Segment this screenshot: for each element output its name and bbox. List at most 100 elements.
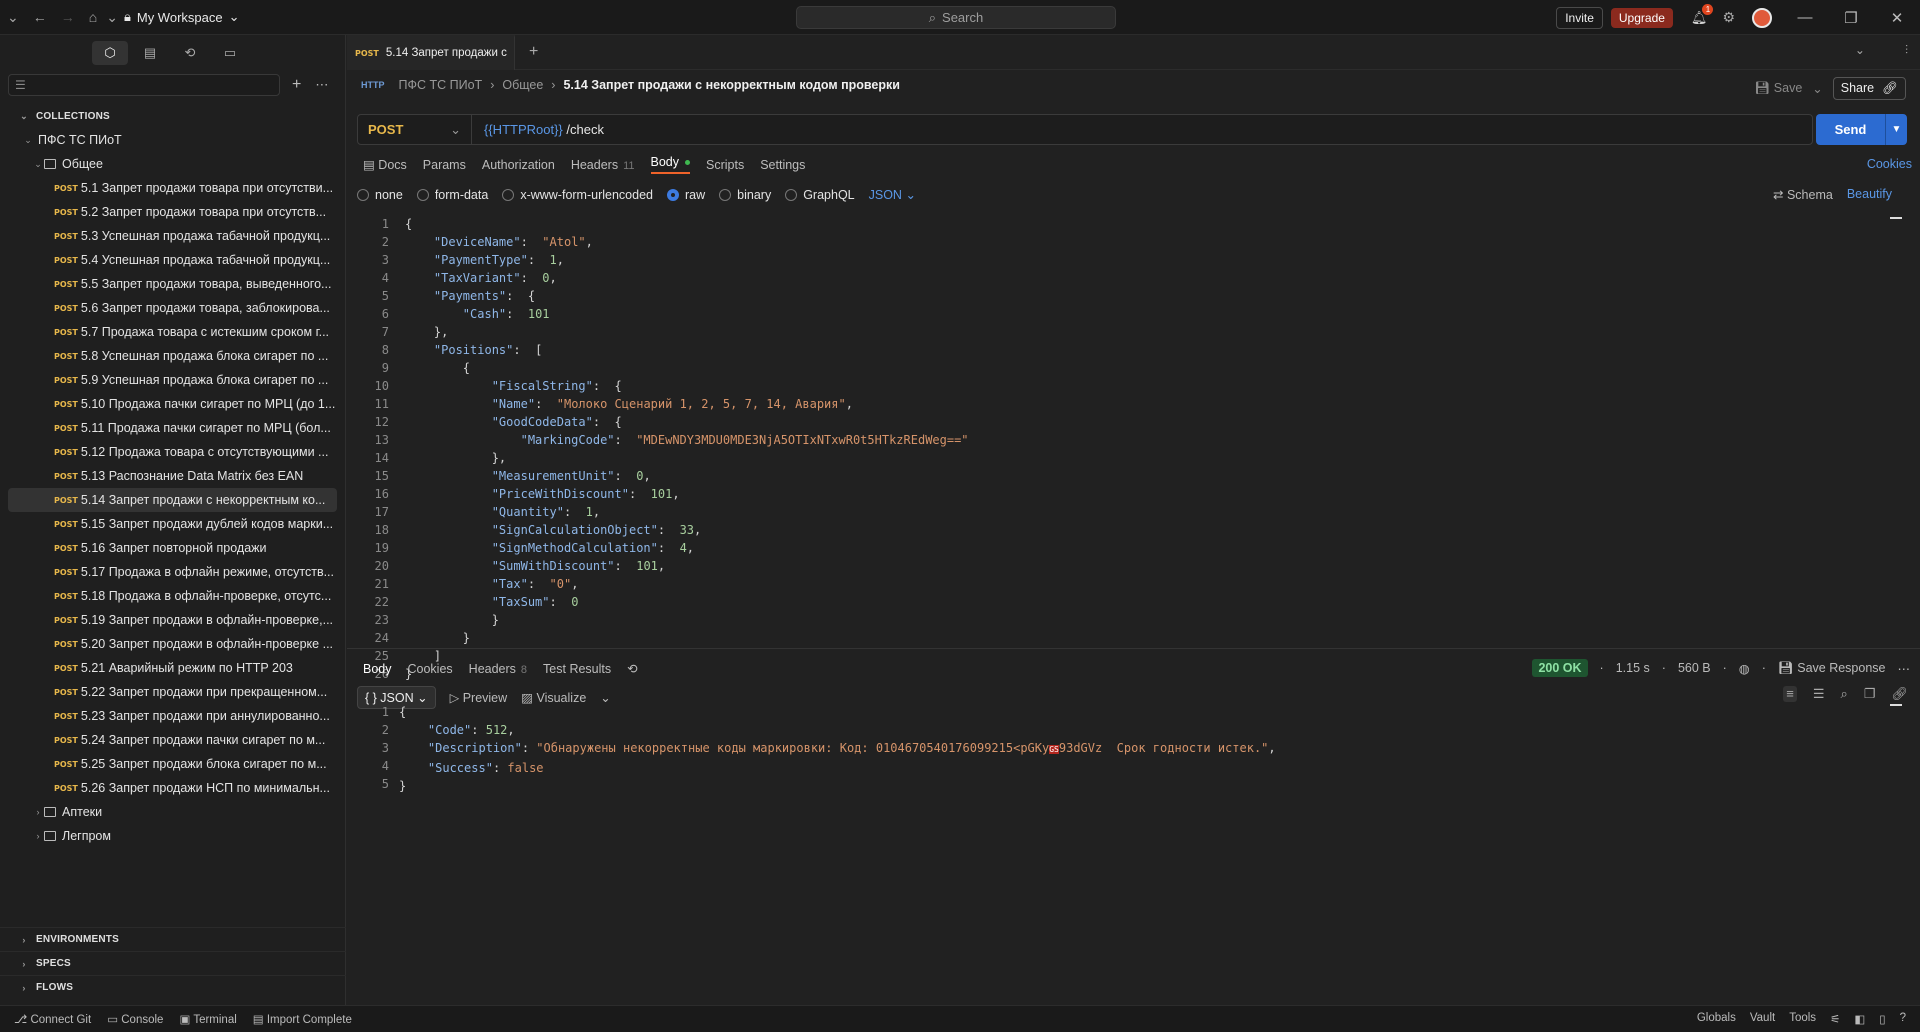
- body-type-graphql[interactable]: GraphQL: [785, 188, 855, 202]
- workspace-switcher[interactable]: 🔒︎ My Workspace ⌄: [124, 9, 240, 25]
- new-tab-button[interactable]: +: [529, 43, 538, 61]
- tab-body[interactable]: Body: [650, 155, 690, 174]
- notifications-bell-icon[interactable]: 🔔︎ 1: [1691, 3, 1714, 26]
- filter-input[interactable]: ☰: [8, 74, 280, 96]
- back-arrow-icon[interactable]: ←: [26, 9, 54, 25]
- environments-section[interactable]: › ENVIRONMENTS: [0, 927, 346, 951]
- share-button[interactable]: Share 🔗︎: [1832, 77, 1906, 100]
- sidebar-toggle-icon[interactable]: ⫶: [1905, 43, 1908, 58]
- sidebar-request-item[interactable]: POST 5.8 Успешная продажа блока сигарет п…: [0, 344, 345, 368]
- sidebar-request-item[interactable]: POST 5.11 Продажа пачки сигарет по МРЦ (б…: [0, 416, 345, 440]
- environments-tab-icon[interactable]: ▤: [132, 41, 168, 65]
- cookies-link[interactable]: Cookies: [1867, 157, 1912, 171]
- body-type-binary[interactable]: binary: [719, 188, 771, 202]
- close-icon[interactable]: ✕: [1874, 9, 1920, 27]
- sidebar-request-item[interactable]: POST 5.1 Запрет продажи товара при отсутс…: [0, 176, 345, 200]
- forward-arrow-icon[interactable]: →: [54, 9, 82, 25]
- tab-headers[interactable]: Headers 11: [571, 158, 635, 172]
- response-time[interactable]: 1.15 s: [1616, 661, 1650, 675]
- sidebar-request-item[interactable]: POST 5.17 Продажа в офлайн режиме, отсутс…: [0, 560, 345, 584]
- sidebar-request-item[interactable]: POST 5.10 Продажа пачки сигарет по МРЦ (д…: [0, 392, 345, 416]
- layout-icon[interactable]: ◧: [1854, 1012, 1865, 1026]
- more-options-icon[interactable]: ⋯: [1898, 661, 1911, 676]
- send-dropdown-icon[interactable]: ▼: [1885, 114, 1907, 145]
- sidebar-request-item[interactable]: POST 5.26 Запрет продажи НСП по минимальн…: [0, 776, 345, 800]
- help-icon[interactable]: ?: [1900, 1012, 1906, 1026]
- request-tab[interactable]: POST 5.14 Запрет продажи с: [347, 34, 515, 70]
- pane-divider[interactable]: [347, 648, 1920, 649]
- tools-button[interactable]: Tools: [1789, 1012, 1816, 1026]
- tabs-dropdown-icon[interactable]: ⌄: [1855, 43, 1865, 58]
- invite-button[interactable]: Invite: [1556, 6, 1603, 29]
- response-tab-body[interactable]: Body: [363, 662, 392, 676]
- sidebar-request-item[interactable]: POST 5.24 Запрет продажи пачки сигарет по…: [0, 728, 345, 752]
- response-tab-tests[interactable]: Test Results: [543, 662, 611, 676]
- wrap-lines-icon[interactable]: ≡: [1783, 686, 1797, 702]
- send-button[interactable]: Send: [1816, 114, 1885, 145]
- avatar[interactable]: [1752, 7, 1772, 28]
- body-type-form-data[interactable]: form-data: [416, 188, 488, 202]
- sidebar-request-item[interactable]: POST 5.23 Запрет продажи при аннулированн…: [0, 704, 345, 728]
- settings-sliders-icon[interactable]: ⚟: [1830, 1012, 1840, 1026]
- files-tab-icon[interactable]: ▭: [212, 41, 248, 65]
- sidebar-request-item[interactable]: POST 5.25 Запрет продажи блока сигарет по…: [0, 752, 345, 776]
- body-type-none[interactable]: none: [357, 188, 403, 202]
- sidebar-request-item[interactable]: POST 5.12 Продажа товара с отсутствующими…: [0, 440, 345, 464]
- terminal-button[interactable]: ▣ Terminal: [179, 1012, 236, 1026]
- sidebar-request-item[interactable]: POST 5.6 Запрет продажи товара, заблокиро…: [0, 296, 345, 320]
- upgrade-button[interactable]: Upgrade: [1610, 7, 1673, 28]
- collection-row[interactable]: ⌄ ПФС ТС ПИоТ: [0, 128, 345, 152]
- response-size[interactable]: 560 B: [1678, 661, 1711, 675]
- schema-button[interactable]: ⇄ Schema: [1773, 187, 1833, 202]
- import-status[interactable]: ▤ Import Complete: [253, 1012, 352, 1026]
- response-tab-cookies[interactable]: Cookies: [408, 662, 453, 676]
- method-select[interactable]: POST ⌄: [358, 115, 472, 144]
- add-collection-button[interactable]: +: [292, 76, 301, 94]
- home-icon[interactable]: ⌂: [82, 9, 104, 25]
- request-body-editor[interactable]: 1 2 3 4 5 6 7 8 9 10 11 12 13 14 15 16 17 18 19 20 21 22 23 24 2…: [347, 215, 1920, 681]
- folder-row-legprom[interactable]: › Легпром: [0, 824, 345, 848]
- sidebar-request-item[interactable]: POST 5.7 Продажа товара с истекшим сроком…: [0, 320, 345, 344]
- tab-params[interactable]: Params: [423, 158, 466, 172]
- link-icon[interactable]: 🔗︎: [1882, 81, 1898, 96]
- home-chevron-icon[interactable]: ⌄: [104, 9, 120, 26]
- save-response-button[interactable]: 💾︎ Save Response: [1778, 661, 1886, 676]
- connect-git-button[interactable]: ⎇ Connect Git: [14, 1012, 91, 1026]
- folder-row-general[interactable]: ⌄ Общее: [0, 152, 345, 176]
- sidebar-request-item[interactable]: POST 5.20 Запрет продажи в офлайн-проверк…: [0, 632, 345, 656]
- collections-tab-icon[interactable]: ⬡: [92, 40, 128, 65]
- globe-icon[interactable]: ◍: [1739, 661, 1750, 676]
- console-button[interactable]: ▭ Console: [107, 1012, 163, 1026]
- sidebar-request-item[interactable]: POST 5.19 Запрет продажи в офлайн-проверк…: [0, 608, 345, 632]
- globals-button[interactable]: Globals: [1697, 1012, 1736, 1026]
- split-icon[interactable]: ▯: [1879, 1012, 1885, 1026]
- search-icon[interactable]: ⌕: [1841, 686, 1848, 702]
- response-tab-headers[interactable]: Headers 8: [469, 662, 527, 676]
- sidebar-request-item[interactable]: POST 5.13 Распознание Data Matrix без EAN: [0, 464, 345, 488]
- settings-gear-icon[interactable]: ⚙: [1715, 9, 1742, 26]
- filter-icon[interactable]: ☰: [1813, 686, 1825, 702]
- sidebar-request-item[interactable]: POST 5.16 Запрет повторной продажи: [0, 536, 345, 560]
- tab-settings[interactable]: Settings: [760, 158, 805, 172]
- save-dropdown-icon[interactable]: ⌄: [1812, 81, 1822, 96]
- collections-header[interactable]: ⌄ COLLECTIONS: [0, 104, 345, 128]
- body-type-raw[interactable]: raw: [667, 188, 705, 202]
- sidebar-request-item[interactable]: POST 5.9 Успешная продажа блока сигарет п…: [0, 368, 345, 392]
- sidebar-request-item[interactable]: POST 5.14 Запрет продажи с некорректным к…: [8, 488, 337, 512]
- menu-chevron-icon[interactable]: ⌄: [0, 9, 26, 26]
- breadcrumb-request[interactable]: 5.14 Запрет продажи с некорректным кодом…: [563, 78, 899, 92]
- raw-format-select[interactable]: JSON ⌄: [869, 187, 916, 202]
- search-input[interactable]: ⌕ Search: [796, 6, 1116, 29]
- breadcrumb-collection[interactable]: ПФС ТС ПИоТ: [399, 78, 483, 92]
- link-icon[interactable]: 🔗︎: [1891, 686, 1908, 702]
- tab-docs[interactable]: ▤ Docs: [363, 157, 407, 172]
- sidebar-request-item[interactable]: POST 5.5 Запрет продажи товара, выведенно…: [0, 272, 345, 296]
- status-badge[interactable]: 200 OK: [1532, 659, 1588, 677]
- maximize-icon[interactable]: ❐: [1828, 9, 1874, 27]
- tab-authorization[interactable]: Authorization: [482, 158, 555, 172]
- copy-icon[interactable]: ❐: [1864, 686, 1876, 702]
- breadcrumb-folder[interactable]: Общее: [502, 78, 543, 92]
- minimize-icon[interactable]: —: [1782, 9, 1828, 26]
- sidebar-request-item[interactable]: POST 5.15 Запрет продажи дублей кодов мар…: [0, 512, 345, 536]
- beautify-button[interactable]: Beautify: [1847, 187, 1892, 202]
